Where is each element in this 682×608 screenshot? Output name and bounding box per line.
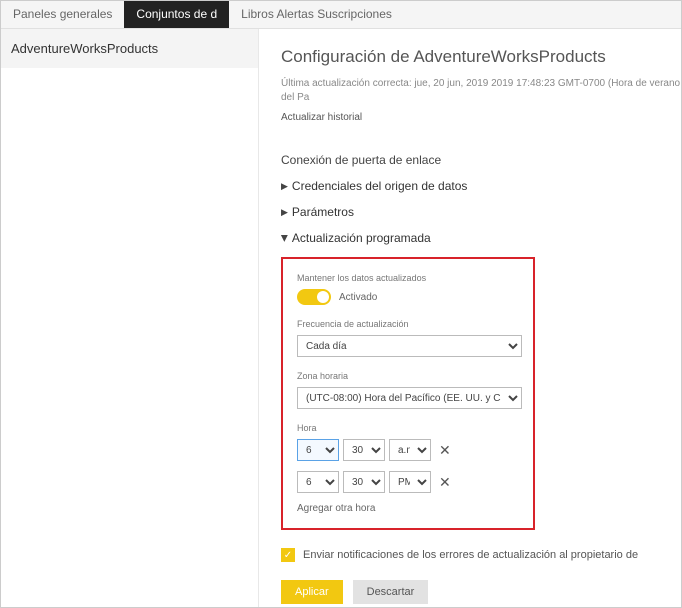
tab-bar: Paneles generales Conjuntos de d Libros … bbox=[1, 1, 681, 29]
refresh-history-link[interactable]: Actualizar historial bbox=[281, 112, 362, 123]
sidebar-item-dataset[interactable]: AdventureWorksProducts bbox=[1, 29, 258, 68]
hour-select[interactable]: 6 bbox=[297, 471, 339, 493]
time-row: 6 30 PM ✕ bbox=[297, 471, 519, 493]
sidebar: AdventureWorksProducts bbox=[1, 29, 259, 607]
tab-panels[interactable]: Paneles generales bbox=[1, 1, 124, 28]
notify-label: Enviar notificaciones de los errores de … bbox=[303, 549, 638, 561]
page-title: Configuración de AdventureWorksProducts bbox=[281, 47, 681, 67]
delete-time-icon[interactable]: ✕ bbox=[439, 474, 451, 491]
frequency-label: Frecuencia de actualización bbox=[297, 319, 519, 329]
delete-time-icon[interactable]: ✕ bbox=[439, 442, 451, 459]
expander-credentials[interactable]: ▶ Credenciales del origen de datos bbox=[281, 179, 681, 193]
schedule-panel: Mantener los datos actualizados Activado… bbox=[281, 257, 535, 530]
tab-datasets[interactable]: Conjuntos de d bbox=[124, 1, 229, 28]
apply-button[interactable]: Aplicar bbox=[281, 580, 343, 604]
toggle-state-label: Activado bbox=[339, 292, 377, 303]
chevron-down-icon: ▶ bbox=[279, 235, 290, 242]
section-gateway: Conexión de puerta de enlace bbox=[281, 153, 681, 167]
minute-select[interactable]: 30 bbox=[343, 439, 385, 461]
button-row: Aplicar Descartar bbox=[281, 580, 681, 604]
expander-schedule-label: Actualización programada bbox=[292, 231, 431, 245]
hour-select[interactable]: 6 bbox=[297, 439, 339, 461]
keep-updated-toggle[interactable] bbox=[297, 289, 331, 305]
timezone-select[interactable]: (UTC-08:00) Hora del Pacífico (EE. UU. y… bbox=[297, 387, 522, 409]
expander-schedule[interactable]: ▶ Actualización programada bbox=[281, 231, 681, 245]
time-row: 6 30 a.m. ✕ bbox=[297, 439, 519, 461]
time-label: Hora bbox=[297, 423, 519, 433]
notify-checkbox[interactable]: ✓ bbox=[281, 548, 295, 562]
tab-alerts-label: Alertas bbox=[277, 7, 314, 21]
keep-updated-label: Mantener los datos actualizados bbox=[297, 273, 519, 283]
ampm-select[interactable]: PM bbox=[389, 471, 431, 493]
chevron-right-icon: ▶ bbox=[281, 181, 288, 192]
main-content: Configuración de AdventureWorksProducts … bbox=[259, 29, 681, 607]
tab-books[interactable]: Libros Alertas Suscripciones bbox=[229, 1, 404, 28]
minute-select[interactable]: 30 bbox=[343, 471, 385, 493]
last-refresh-text: Última actualización correcta: jue, 20 j… bbox=[281, 77, 681, 105]
expander-credentials-label: Credenciales del origen de datos bbox=[292, 179, 467, 193]
discard-button[interactable]: Descartar bbox=[353, 580, 429, 604]
add-time-link[interactable]: Agregar otra hora bbox=[297, 503, 519, 514]
expander-parameters-label: Parámetros bbox=[292, 205, 354, 219]
tab-books-label: Libros bbox=[241, 7, 274, 21]
notify-row: ✓ Enviar notificaciones de los errores d… bbox=[281, 548, 681, 562]
ampm-select[interactable]: a.m. bbox=[389, 439, 431, 461]
expander-parameters[interactable]: ▶ Parámetros bbox=[281, 205, 681, 219]
chevron-right-icon: ▶ bbox=[281, 207, 288, 218]
timezone-label: Zona horaria bbox=[297, 371, 519, 381]
frequency-select[interactable]: Cada día bbox=[297, 335, 522, 357]
tab-subs-label: Suscripciones bbox=[317, 7, 392, 21]
